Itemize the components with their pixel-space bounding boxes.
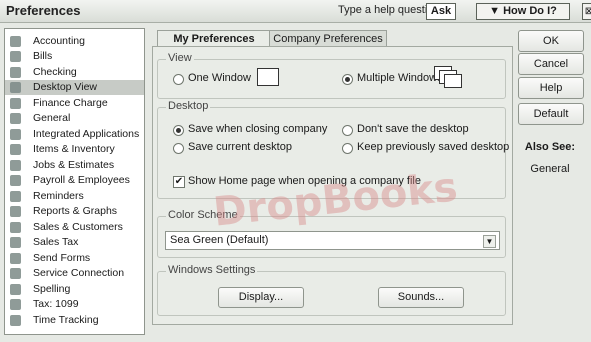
save-current-label: Save current desktop [188, 141, 292, 153]
service-connection-icon [10, 268, 21, 279]
sidebar-item-time-tracking[interactable]: Time Tracking [5, 313, 144, 328]
ok-button[interactable]: OK [518, 30, 584, 52]
tab-company-preferences[interactable]: Company Preferences [269, 30, 387, 47]
sidebar-item-label: Checking [33, 66, 77, 78]
chevron-down-icon[interactable]: ▼ [483, 235, 496, 248]
general-icon [10, 113, 21, 124]
sidebar-item-label: Items & Inventory [33, 143, 115, 155]
help-question-label: Type a help question [338, 4, 440, 16]
cancel-button[interactable]: Cancel [518, 53, 584, 75]
sidebar-item-label: Time Tracking [33, 314, 99, 326]
sidebar-item-label: Reminders [33, 190, 84, 202]
windows-settings-label: Windows Settings [166, 264, 258, 276]
sidebar-item-label: Sales Tax [33, 236, 79, 248]
sidebar-item-service-connection[interactable]: Service Connection [5, 266, 144, 281]
sales-customers-icon [10, 222, 21, 233]
accounting-icon [10, 36, 21, 47]
save-when-closing-label: Save when closing company [188, 123, 328, 135]
desktop-group-label: Desktop [166, 100, 211, 112]
sidebar-item-checking[interactable]: Checking [5, 65, 144, 80]
save-current-radio[interactable] [173, 143, 184, 154]
sidebar-item-accounting[interactable]: Accounting [5, 34, 144, 49]
color-scheme-value: Sea Green (Default) [170, 234, 269, 246]
one-window-icon [257, 68, 279, 86]
items-inventory-icon [10, 144, 21, 155]
sidebar-item-general[interactable]: General [5, 111, 144, 126]
sidebar-item-jobs-estimates[interactable]: Jobs & Estimates [5, 158, 144, 173]
finance-charge-icon [10, 98, 21, 109]
sidebar-item-label: Desktop View [33, 81, 98, 93]
close-icon[interactable]: ⊠ [582, 3, 591, 20]
keep-previous-label: Keep previously saved desktop [357, 141, 510, 153]
sidebar-item-finance-charge[interactable]: Finance Charge [5, 96, 144, 111]
dont-save-radio[interactable] [342, 125, 353, 136]
sidebar-item-payroll[interactable]: Payroll & Employees [5, 173, 144, 188]
sidebar-item-integrated-apps[interactable]: Integrated Applications [5, 127, 144, 142]
bills-icon [10, 51, 21, 62]
sidebar-item-label: Spelling [33, 283, 71, 295]
sidebar-item-label: Accounting [33, 35, 85, 47]
display-button[interactable]: Display... [218, 287, 304, 308]
title-bar: Preferences Type a help question Ask ▼ H… [0, 0, 591, 23]
reports-graphs-icon [10, 206, 21, 217]
jobs-estimates-icon [10, 160, 21, 171]
save-when-closing-radio[interactable] [173, 125, 184, 136]
sidebar-item-label: Bills [33, 50, 53, 62]
keep-previous-radio[interactable] [342, 143, 353, 154]
sidebar-item-send-forms[interactable]: Send Forms [5, 251, 144, 266]
desktop-view-icon [10, 82, 21, 93]
default-button[interactable]: Default [518, 103, 584, 125]
tax-1099-icon [10, 299, 21, 310]
sidebar-item-label: General [33, 112, 71, 124]
also-see-title: Also See: [524, 141, 576, 153]
preferences-category-list: Accounting Bills Checking Desktop View F… [4, 28, 145, 335]
payroll-icon [10, 175, 21, 186]
sidebar-item-label: Integrated Applications [33, 128, 140, 140]
one-window-radio[interactable] [173, 74, 184, 85]
view-group: View One Window Multiple Windows [157, 52, 506, 99]
sidebar-item-sales-customers[interactable]: Sales & Customers [5, 220, 144, 235]
sidebar-item-items-inventory[interactable]: Items & Inventory [5, 142, 144, 157]
sidebar-item-bills[interactable]: Bills [5, 49, 144, 64]
also-see-general-link[interactable]: General [518, 163, 582, 175]
send-forms-icon [10, 253, 21, 264]
sidebar-item-label: Send Forms [33, 252, 91, 264]
preferences-panel: View One Window Multiple Windows Desktop… [152, 46, 513, 325]
how-do-i-button[interactable]: ▼ How Do I? [476, 3, 570, 20]
sidebar-item-label: Tax: 1099 [33, 298, 79, 310]
multiple-windows-radio[interactable] [342, 74, 353, 85]
sidebar-item-reports-graphs[interactable]: Reports & Graphs [5, 204, 144, 219]
ask-button[interactable]: Ask [426, 3, 456, 20]
sidebar-item-sales-tax[interactable]: Sales Tax [5, 235, 144, 250]
sidebar-item-label: Reports & Graphs [33, 205, 118, 217]
spelling-icon [10, 284, 21, 295]
dont-save-label: Don't save the desktop [357, 123, 469, 135]
sidebar-item-reminders[interactable]: Reminders [5, 189, 144, 204]
sidebar-item-label: Finance Charge [33, 97, 108, 109]
checking-icon [10, 67, 21, 78]
sidebar-item-label: Sales & Customers [33, 221, 123, 233]
multiple-windows-label: Multiple Windows [357, 72, 443, 84]
reminders-icon [10, 191, 21, 202]
time-tracking-icon [10, 315, 21, 326]
integrated-apps-icon [10, 129, 21, 140]
sidebar-item-label: Jobs & Estimates [33, 159, 115, 171]
sales-tax-icon [10, 237, 21, 248]
sidebar-item-tax-1099[interactable]: Tax: 1099 [5, 297, 144, 312]
view-group-label: View [166, 52, 194, 64]
sidebar-item-desktop-view[interactable]: Desktop View [5, 80, 144, 95]
sidebar-item-label: Payroll & Employees [33, 174, 130, 186]
show-home-checkbox[interactable]: ✔ [173, 176, 185, 188]
one-window-label: One Window [188, 72, 251, 84]
windows-settings-group: Windows Settings Display... Sounds... [157, 264, 506, 316]
sidebar-item-spelling[interactable]: Spelling [5, 282, 144, 297]
window-title: Preferences [6, 3, 81, 18]
help-button[interactable]: Help [518, 77, 584, 99]
sounds-button[interactable]: Sounds... [378, 287, 464, 308]
multiple-windows-icon [434, 66, 462, 88]
sidebar-item-label: Service Connection [33, 267, 125, 279]
